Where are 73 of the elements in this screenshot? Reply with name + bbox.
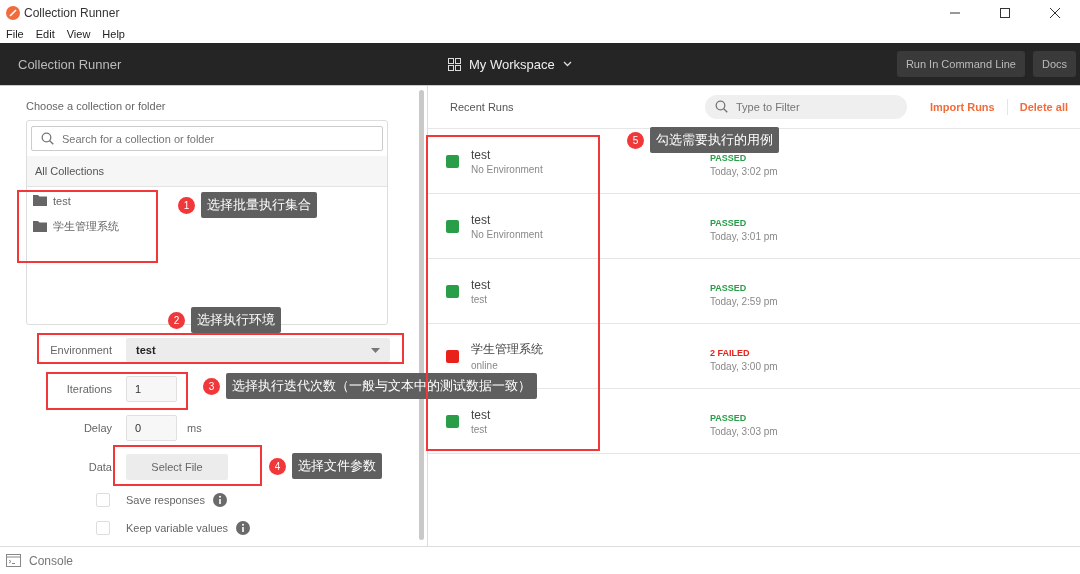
step-badge: 4 bbox=[269, 457, 286, 475]
run-time: Today, 3:00 pm bbox=[710, 361, 778, 372]
folder-icon bbox=[33, 221, 47, 232]
step-badge: 5 bbox=[627, 131, 644, 149]
run-status: 2 FAILED bbox=[710, 348, 751, 358]
console-label[interactable]: Console bbox=[29, 553, 74, 568]
run-status: PASSED bbox=[710, 413, 748, 423]
section-label: Choose a collection or folder bbox=[26, 100, 167, 112]
caret-icon bbox=[371, 347, 380, 353]
step-badge: 3 bbox=[203, 377, 220, 395]
field-label: Iterations bbox=[65, 383, 112, 395]
run-environment: No Environment bbox=[471, 228, 544, 240]
field-label: Data bbox=[87, 461, 112, 473]
run-time: Today, 3:03 pm bbox=[710, 426, 778, 437]
header-button[interactable]: Run In Command Line bbox=[896, 51, 1025, 77]
run-name: test bbox=[471, 147, 492, 162]
run-environment: test bbox=[471, 423, 489, 435]
filter-field[interactable]: Type to Filter bbox=[705, 95, 907, 119]
step-badge: 2 bbox=[168, 311, 185, 329]
option-label: Keep variable values bbox=[126, 522, 229, 534]
menu-item[interactable]: View bbox=[66, 28, 91, 40]
console-icon bbox=[6, 554, 21, 567]
maximize-icon bbox=[1000, 7, 1010, 18]
grid-icon bbox=[448, 57, 461, 71]
app-title: Collection Runner bbox=[18, 56, 123, 72]
header-button[interactable]: Docs bbox=[1032, 51, 1076, 77]
workspace-selector[interactable]: My Workspace bbox=[448, 56, 572, 72]
run-name: test bbox=[471, 277, 492, 292]
option-label: Save responses bbox=[126, 494, 205, 506]
search-field[interactable]: Search for a collection or folder bbox=[31, 126, 383, 151]
list-header: All Collections bbox=[27, 156, 387, 187]
run-time: Today, 3:01 pm bbox=[710, 231, 778, 242]
search-icon bbox=[41, 132, 54, 145]
environment-select[interactable]: test bbox=[126, 338, 390, 362]
collection-item[interactable]: test bbox=[27, 188, 77, 213]
menu-item[interactable]: Edit bbox=[35, 28, 55, 40]
folder-icon bbox=[33, 195, 47, 206]
menu-item[interactable]: Help bbox=[102, 28, 125, 40]
app-logo-icon bbox=[6, 5, 20, 20]
step-badge: 1 bbox=[178, 196, 195, 214]
unit-label: ms bbox=[187, 422, 202, 434]
run-name: test bbox=[471, 212, 492, 227]
delay-field[interactable]: 0 bbox=[126, 415, 177, 441]
menu-item[interactable]: File bbox=[6, 28, 24, 40]
run-environment: online bbox=[471, 360, 499, 371]
select-file-button[interactable]: Select File bbox=[126, 454, 228, 480]
info-icon bbox=[236, 521, 251, 535]
annotation-callout: 选择批量执行集合 bbox=[201, 192, 317, 218]
run-environment: test bbox=[471, 293, 489, 305]
run-status: PASSED bbox=[710, 153, 748, 163]
run-environment: No Environment bbox=[471, 163, 544, 175]
close-icon bbox=[1050, 7, 1060, 18]
window-title: Collection Runner bbox=[24, 5, 121, 20]
annotation-callout: 勾选需要执行的用例 bbox=[650, 127, 779, 153]
field-label: Environment bbox=[49, 344, 112, 356]
checkbox[interactable] bbox=[96, 493, 110, 507]
run-name: test bbox=[471, 407, 492, 422]
run-name: 学生管理系统 bbox=[471, 341, 544, 358]
annotation-callout: 选择文件参数 bbox=[292, 453, 382, 479]
run-status: PASSED bbox=[710, 218, 748, 228]
annotation-callout: 选择执行迭代次数（一般与文本中的测试数据一致） bbox=[226, 373, 537, 399]
checkbox[interactable] bbox=[96, 521, 110, 535]
chevron-icon bbox=[562, 61, 572, 67]
run-status: PASSED bbox=[710, 283, 748, 293]
collection-item[interactable]: 学生管理系统 bbox=[27, 214, 125, 239]
run-time: Today, 3:02 pm bbox=[710, 166, 778, 177]
run-time: Today, 2:59 pm bbox=[710, 296, 778, 307]
field-label: Delay bbox=[82, 422, 112, 434]
info-icon bbox=[212, 493, 227, 507]
annotation-callout: 选择执行环境 bbox=[191, 307, 281, 333]
search-icon bbox=[715, 100, 728, 113]
section-title: Recent Runs bbox=[450, 101, 515, 113]
iterations-field[interactable]: 1 bbox=[126, 376, 177, 402]
